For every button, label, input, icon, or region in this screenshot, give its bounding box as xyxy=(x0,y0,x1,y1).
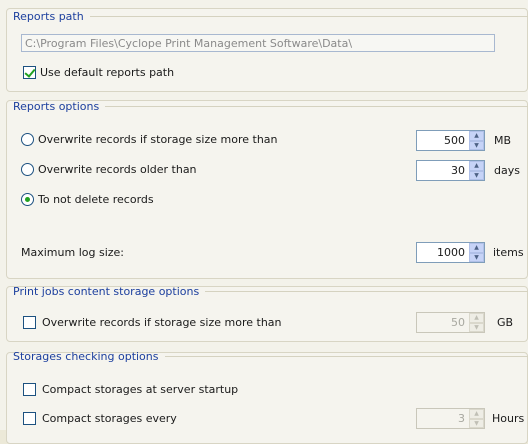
max-log-label-row: Maximum log size: xyxy=(21,246,124,259)
print-jobs-overwrite-label: Overwrite records if storage size more t… xyxy=(42,316,282,329)
storages-checking-title: Storages checking options xyxy=(13,350,528,363)
overwrite-size-spinner[interactable]: 500 ▲ ▼ xyxy=(416,130,485,151)
max-log-value: 1000 xyxy=(437,246,465,259)
spin-down-icon[interactable]: ▼ xyxy=(469,418,484,428)
reports-options-title-text: Reports options xyxy=(13,100,100,113)
compact-startup-checkbox[interactable] xyxy=(23,383,36,396)
print-jobs-overwrite-checkbox[interactable] xyxy=(23,316,36,329)
overwrite-older-radio[interactable] xyxy=(21,163,34,176)
overwrite-size-radio-row[interactable]: Overwrite records if storage size more t… xyxy=(21,133,278,146)
compact-every-checkbox[interactable] xyxy=(23,412,36,425)
overwrite-older-unit: days xyxy=(494,164,520,177)
compact-every-checkbox-row[interactable]: Compact storages every xyxy=(23,412,177,425)
compact-every-value: 3 xyxy=(458,412,465,425)
reports-path-input[interactable]: C:\Program Files\Cyclope Print Managemen… xyxy=(21,34,495,52)
no-delete-radio-row[interactable]: To not delete records xyxy=(21,193,154,206)
reports-path-title-text: Reports path xyxy=(13,10,84,23)
overwrite-size-value: 500 xyxy=(444,134,465,147)
print-jobs-title: Print jobs content storage options xyxy=(13,285,528,298)
max-log-label: Maximum log size: xyxy=(21,246,124,259)
compact-startup-checkbox-row[interactable]: Compact storages at server startup xyxy=(23,383,238,396)
overwrite-older-radio-row[interactable]: Overwrite records older than xyxy=(21,163,197,176)
compact-every-label: Compact storages every xyxy=(42,412,177,425)
overwrite-size-radio[interactable] xyxy=(21,133,34,146)
spin-down-icon[interactable]: ▼ xyxy=(469,170,484,180)
compact-every-spinner[interactable]: 3 ▲ ▼ xyxy=(416,408,485,429)
max-log-unit: items xyxy=(493,246,524,259)
max-log-spinner[interactable]: 1000 ▲ ▼ xyxy=(416,242,485,263)
reports-path-title: Reports path xyxy=(13,10,528,23)
print-jobs-overwrite-unit: GB xyxy=(497,316,514,329)
compact-every-unit: Hours xyxy=(492,412,525,425)
print-jobs-title-text: Print jobs content storage options xyxy=(13,285,200,298)
settings-panel: Reports path C:\Program Files\Cyclope Pr… xyxy=(0,0,528,444)
use-default-path-label: Use default reports path xyxy=(40,66,175,79)
overwrite-older-spinner[interactable]: 30 ▲ ▼ xyxy=(416,160,485,181)
spin-down-icon[interactable]: ▼ xyxy=(469,322,484,332)
no-delete-radio[interactable] xyxy=(21,193,34,206)
overwrite-size-unit: MB xyxy=(494,134,512,147)
spin-down-icon[interactable]: ▼ xyxy=(469,140,484,150)
reports-options-title: Reports options xyxy=(13,100,528,113)
storages-checking-group xyxy=(6,352,528,444)
spin-up-icon[interactable]: ▲ xyxy=(469,243,484,253)
print-jobs-overwrite-checkbox-row[interactable]: Overwrite records if storage size more t… xyxy=(23,316,282,329)
spin-up-icon[interactable]: ▲ xyxy=(469,409,484,419)
spin-up-icon[interactable]: ▲ xyxy=(469,131,484,141)
overwrite-older-label: Overwrite records older than xyxy=(38,163,197,176)
overwrite-size-label: Overwrite records if storage size more t… xyxy=(38,133,278,146)
overwrite-older-value: 30 xyxy=(451,164,465,177)
storages-checking-title-text: Storages checking options xyxy=(13,350,159,363)
print-jobs-overwrite-spinner[interactable]: 50 ▲ ▼ xyxy=(416,312,485,333)
no-delete-label: To not delete records xyxy=(38,193,154,206)
spin-up-icon[interactable]: ▲ xyxy=(469,161,484,171)
spin-up-icon[interactable]: ▲ xyxy=(469,313,484,323)
spin-down-icon[interactable]: ▼ xyxy=(469,252,484,262)
use-default-path-checkbox-row[interactable]: Use default reports path xyxy=(23,66,174,79)
use-default-path-checkbox[interactable] xyxy=(23,66,36,79)
compact-startup-label: Compact storages at server startup xyxy=(42,383,239,396)
print-jobs-overwrite-value: 50 xyxy=(451,316,465,329)
